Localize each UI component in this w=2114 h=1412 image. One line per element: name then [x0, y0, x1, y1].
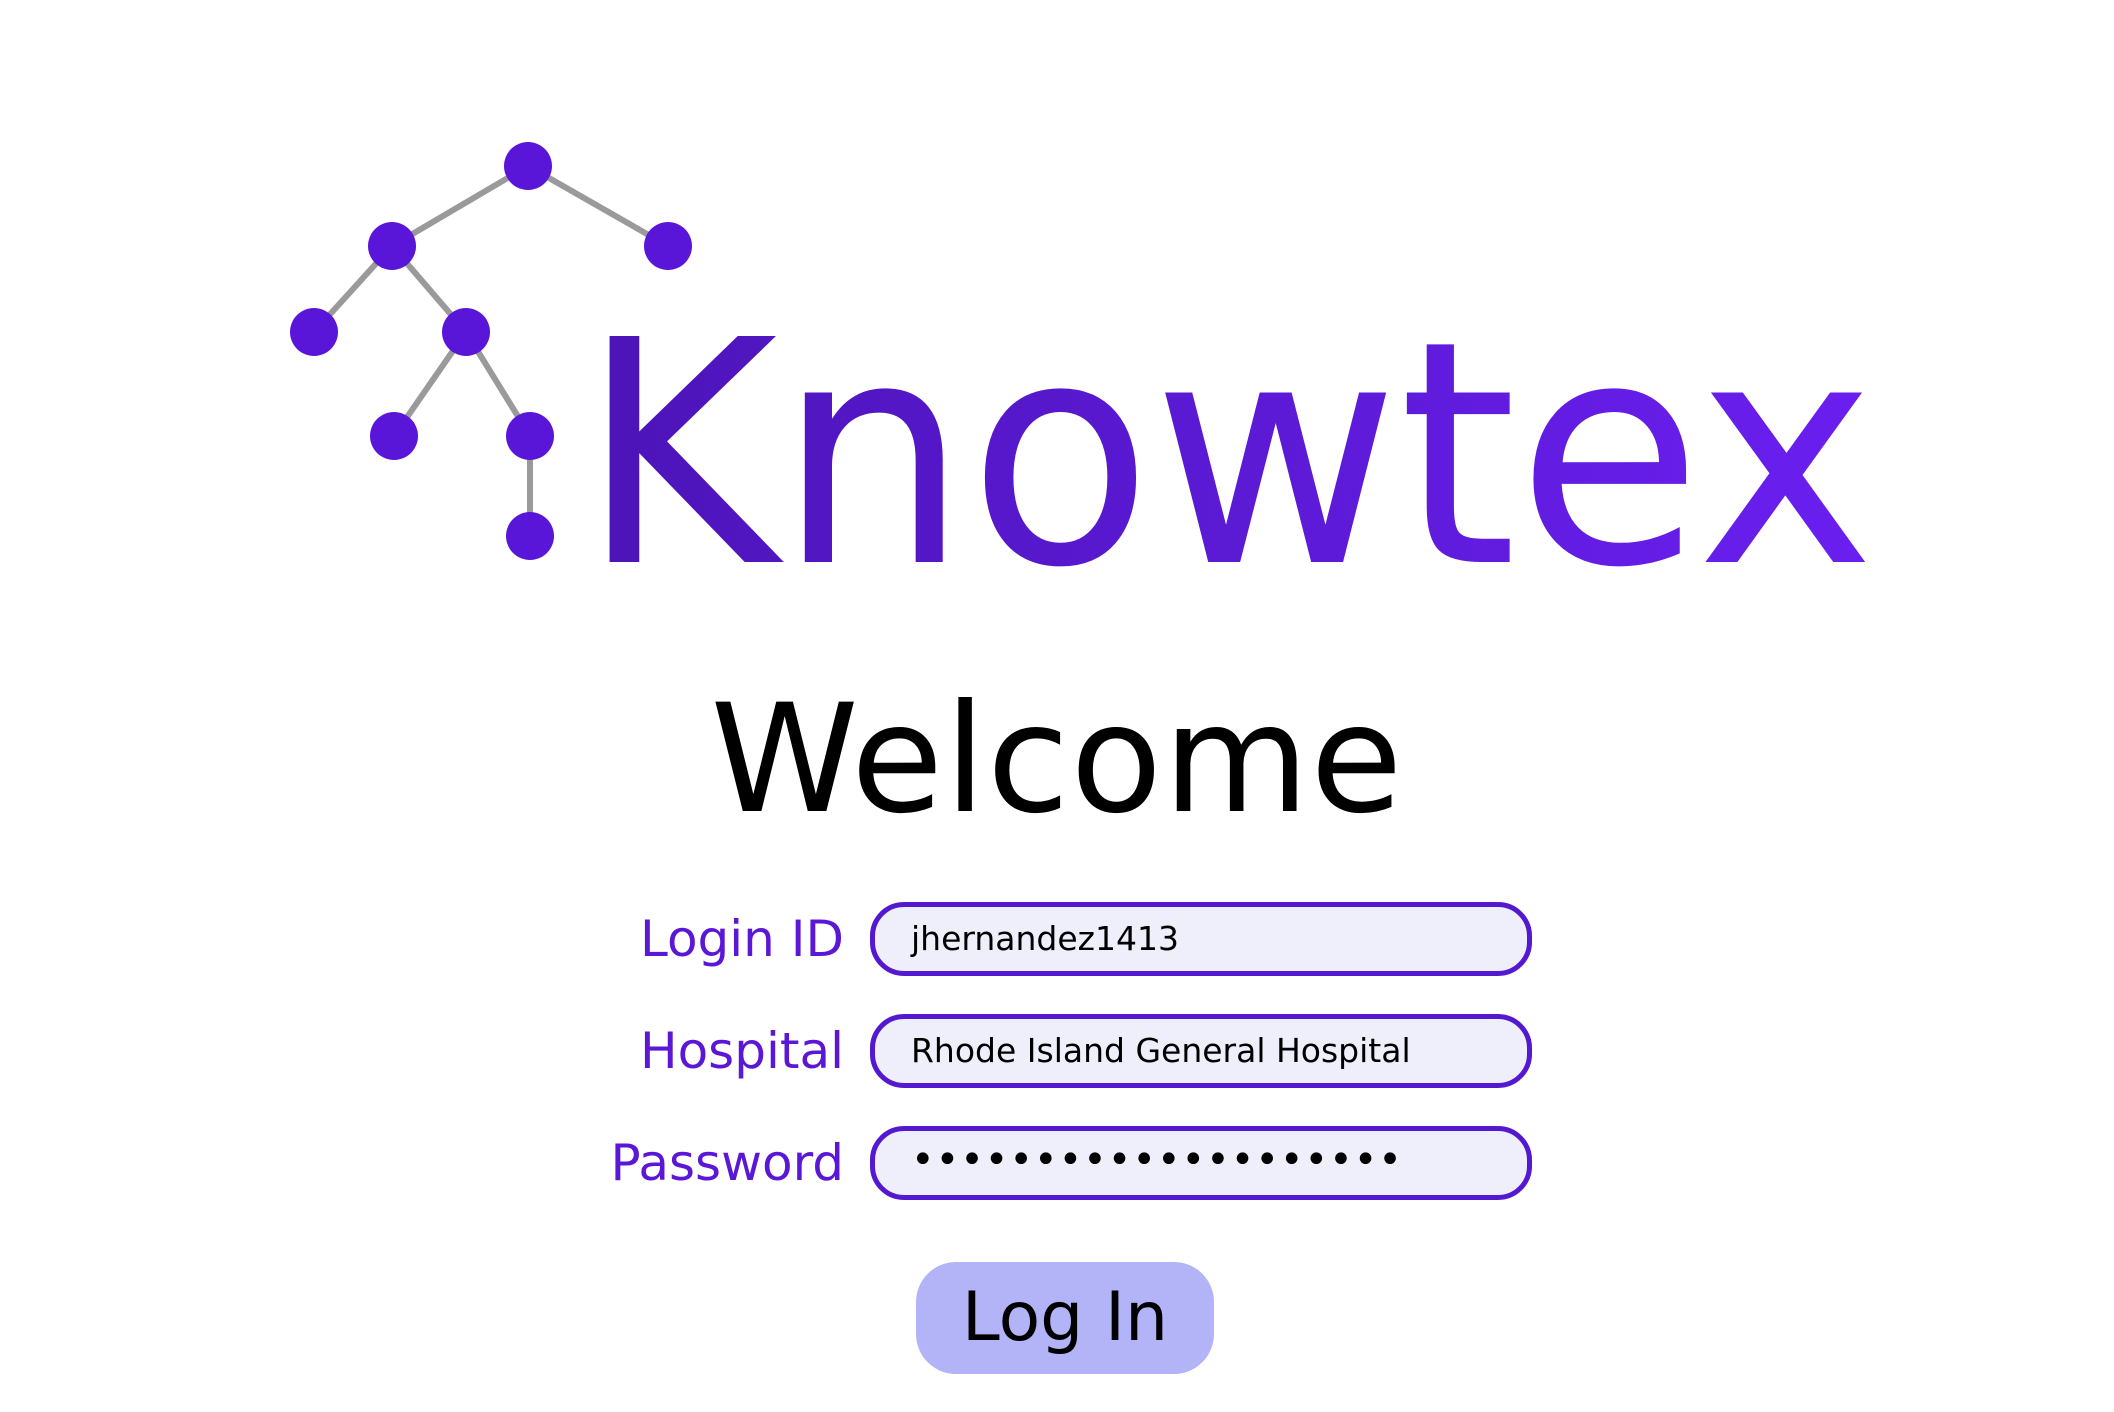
hospital-value: Rhode Island General Hospital: [911, 1031, 1411, 1070]
welcome-heading: Welcome: [710, 673, 1404, 847]
login-id-row: Login ID jhernandez1413: [0, 902, 2114, 976]
password-input[interactable]: ••••••••••••••••••••: [870, 1126, 1532, 1200]
knowtex-logo: Knowtex: [280, 130, 1880, 570]
brand-wordmark: Knowtex: [580, 275, 1875, 570]
login-id-input[interactable]: jhernandez1413: [870, 902, 1532, 976]
hospital-row: Hospital Rhode Island General Hospital: [0, 1014, 2114, 1088]
login-id-label: Login ID: [639, 910, 844, 968]
login-id-value: jhernandez1413: [911, 919, 1179, 958]
hospital-input[interactable]: Rhode Island General Hospital: [870, 1014, 1532, 1088]
log-in-button[interactable]: Log In: [916, 1262, 1214, 1374]
password-row: Password ••••••••••••••••••••: [0, 1126, 2114, 1200]
password-label: Password: [610, 1134, 844, 1192]
hospital-label: Hospital: [639, 1022, 844, 1080]
password-masked-value: ••••••••••••••••••••: [911, 1137, 1403, 1183]
